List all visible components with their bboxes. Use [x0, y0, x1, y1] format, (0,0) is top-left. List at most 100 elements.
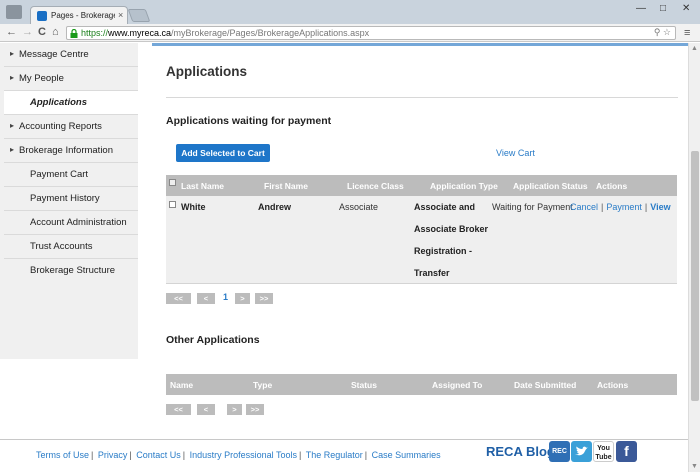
column-header-type[interactable]: Type: [253, 380, 272, 390]
browser-tab[interactable]: Pages - Brokerage Applic ×: [30, 6, 128, 24]
column-header-application-type[interactable]: Application Type: [430, 181, 498, 191]
footer-link-contact[interactable]: Contact Us: [136, 450, 181, 460]
cancel-link[interactable]: Cancel: [570, 202, 598, 212]
cell-licence-class: Associate: [339, 202, 379, 212]
browser-menu-icon[interactable]: ≡: [684, 27, 690, 39]
sidebar-item-applications[interactable]: Applications: [4, 91, 138, 115]
scroll-down-arrow-icon[interactable]: ▼: [691, 463, 698, 470]
sidebar-item-my-people[interactable]: ▸ My People: [4, 67, 138, 91]
sidebar-item-label: Payment History: [30, 193, 100, 204]
close-window-button[interactable]: ✕: [682, 3, 690, 14]
youtube-icon[interactable]: You Tube: [593, 441, 614, 462]
select-all-checkbox[interactable]: [169, 179, 176, 186]
pager-last-button[interactable]: >>: [246, 404, 264, 415]
pager-next-button[interactable]: >: [227, 404, 242, 415]
row-select-checkbox[interactable]: [169, 201, 176, 208]
footer-separator: |: [182, 450, 186, 460]
scrollbar-thumb[interactable]: [691, 151, 699, 401]
add-selected-to-cart-button[interactable]: Add Selected to Cart: [176, 144, 270, 162]
magnifier-icon[interactable]: ⚲: [654, 27, 661, 37]
facebook-icon[interactable]: f: [616, 441, 637, 462]
pager-current-page[interactable]: 1: [223, 292, 228, 302]
footer-separator: |: [129, 450, 132, 460]
lock-icon: [70, 29, 78, 38]
other-table-header: Name Type Status Assigned To Date Submit…: [166, 374, 677, 395]
column-header-actions: Actions: [597, 380, 629, 390]
pager-first-button[interactable]: <<: [166, 293, 191, 304]
caret-right-icon: ▸: [10, 73, 15, 82]
reca-blog-rss-icon[interactable]: REC: [549, 441, 570, 462]
footer-link-case-summaries[interactable]: Case Summaries: [372, 450, 441, 460]
view-cart-link[interactable]: View Cart: [496, 148, 535, 158]
sidebar-item-trust-accounts[interactable]: Trust Accounts: [4, 235, 138, 259]
payment-link[interactable]: Payment: [606, 202, 642, 212]
sidebar-item-payment-cart[interactable]: Payment Cart: [4, 163, 138, 187]
url-path: /myBrokerage/Pages/BrokerageApplications…: [171, 28, 370, 38]
address-bar[interactable]: https://www.myreca.ca/myBrokerage/Pages/…: [66, 26, 676, 40]
cell-application-type: Associate and Associate Broker Registrat…: [414, 202, 489, 278]
cell-last-name: White: [181, 202, 206, 212]
tab-title: Pages - Brokerage Applic: [51, 11, 115, 20]
footer: Terms of Use | Privacy | Contact Us | Indus…: [0, 439, 688, 472]
cell-status: Waiting for Payment: [492, 202, 573, 212]
page-title: Applications: [166, 64, 248, 79]
twitter-bird-icon: [575, 446, 588, 456]
page-content: ▸ Message Centre ▸ My People Application…: [0, 43, 688, 472]
pager-first-button[interactable]: <<: [166, 404, 191, 415]
new-tab-button[interactable]: [127, 9, 151, 22]
reload-button[interactable]: C: [38, 26, 46, 38]
column-header-application-status[interactable]: Application Status: [513, 181, 588, 191]
cell-actions: Cancel | Payment | View: [570, 202, 671, 212]
column-header-first-name[interactable]: First Name: [264, 181, 308, 191]
column-header-licence-class[interactable]: Licence Class: [347, 181, 404, 191]
column-header-date-submitted[interactable]: Date Submitted: [514, 380, 576, 390]
scroll-up-arrow-icon[interactable]: ▲: [691, 45, 698, 52]
sidebar-item-account-administration[interactable]: Account Administration: [4, 211, 138, 235]
sidebar-item-message-centre[interactable]: ▸ Message Centre: [4, 43, 138, 67]
sidebar-item-label: Trust Accounts: [30, 241, 93, 252]
sidebar-item-brokerage-structure[interactable]: Brokerage Structure: [4, 259, 138, 283]
maximize-button[interactable]: □: [660, 3, 666, 14]
table-row: White Andrew Associate Associate and Ass…: [166, 196, 677, 284]
home-button[interactable]: ⌂: [52, 26, 59, 38]
caret-right-icon: ▸: [10, 121, 15, 130]
sidebar-item-brokerage-information[interactable]: ▸ Brokerage Information: [4, 139, 138, 163]
footer-link-industry-tools[interactable]: Industry Professional Tools: [190, 450, 297, 460]
sidebar-item-label: Account Administration: [30, 217, 127, 228]
pager-prev-button[interactable]: <: [197, 404, 215, 415]
sidebar: ▸ Message Centre ▸ My People Application…: [0, 43, 138, 359]
bookmark-star-icon[interactable]: ☆: [663, 27, 671, 37]
twitter-icon[interactable]: [571, 441, 592, 462]
sidebar-item-label: Accounting Reports: [19, 121, 102, 132]
pager-last-button[interactable]: >>: [255, 293, 273, 304]
sidebar-item-label: Brokerage Structure: [30, 265, 116, 276]
tab-close-icon[interactable]: ×: [118, 10, 123, 20]
sidebar-item-label: My People: [19, 73, 64, 84]
title-divider: [166, 97, 678, 98]
sidebar-item-payment-history[interactable]: Payment History: [4, 187, 138, 211]
zoom-star-icons[interactable]: ⚲ ☆: [654, 27, 671, 38]
back-button[interactable]: ←: [6, 26, 17, 38]
sidebar-item-label: Brokerage Information: [19, 145, 113, 156]
column-header-name[interactable]: Name: [170, 380, 193, 390]
forward-button[interactable]: →: [22, 26, 33, 38]
sidebar-item-accounting-reports[interactable]: ▸ Accounting Reports: [4, 115, 138, 139]
footer-link-regulator[interactable]: The Regulator: [306, 450, 363, 460]
url-host: www.myreca.ca: [108, 28, 172, 38]
pager-next-button[interactable]: >: [235, 293, 250, 304]
column-header-last-name[interactable]: Last Name: [181, 181, 224, 191]
vertical-scrollbar[interactable]: ▲ ▼: [688, 43, 700, 472]
footer-separator: |: [299, 450, 302, 460]
footer-separator: |: [91, 450, 94, 460]
view-link[interactable]: View: [650, 202, 670, 212]
minimize-button[interactable]: —: [636, 3, 646, 14]
reca-blog-link[interactable]: RECA Blog: [486, 444, 555, 459]
caret-right-icon: ▸: [10, 145, 15, 154]
other-section-title: Other Applications: [166, 334, 260, 346]
column-header-status[interactable]: Status: [351, 380, 377, 390]
column-header-assigned-to[interactable]: Assigned To: [432, 380, 482, 390]
footer-link-terms[interactable]: Terms of Use: [36, 450, 89, 460]
footer-link-privacy[interactable]: Privacy: [98, 450, 128, 460]
youtube-label: You Tube: [595, 445, 612, 461]
pager-prev-button[interactable]: <: [197, 293, 215, 304]
